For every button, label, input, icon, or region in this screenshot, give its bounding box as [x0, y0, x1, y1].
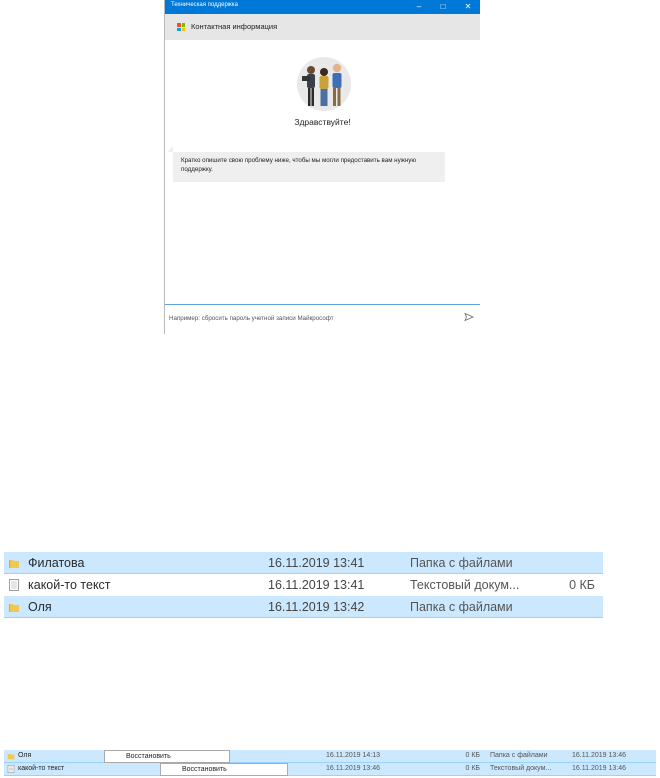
support-people-illustration — [297, 57, 351, 111]
file-row[interactable]: Оля 16.11.2019 14:13 0 КБ Папка с файлам… — [4, 750, 656, 763]
support-window: Техническая поддержка – □ ✕ Контактная и… — [164, 0, 480, 334]
file-list-small: Оля 16.11.2019 14:13 0 КБ Папка с файлам… — [4, 750, 656, 776]
file-list-large: Филатова 16.11.2019 13:41 Папка с файлам… — [4, 552, 603, 618]
file-size: 0 КБ — [569, 578, 595, 592]
file-name: Оля — [28, 600, 52, 614]
text-file-icon — [9, 579, 19, 591]
microsoft-logo-icon — [177, 23, 185, 31]
file-row[interactable]: Оля 16.11.2019 13:42 Папка с файлами — [4, 596, 603, 618]
maximize-button[interactable]: □ — [431, 0, 455, 14]
message-input-bar — [165, 304, 480, 334]
file-date: 16.11.2019 13:46 — [326, 765, 380, 772]
contact-info-label: Контактная информация — [191, 22, 278, 31]
file-type: Папка с файлами — [490, 752, 548, 759]
restore-menu-item[interactable]: Восстановить — [104, 750, 230, 763]
file-date-modified: 16.11.2019 13:46 — [572, 765, 626, 772]
file-name: какой-то текст — [28, 578, 111, 592]
file-date: 16.11.2019 14:13 — [326, 752, 380, 759]
restore-menu-item[interactable]: Восстановить — [160, 763, 288, 776]
file-name: Филатова — [28, 556, 85, 570]
minimize-button[interactable]: – — [407, 0, 431, 14]
title-bar: Техническая поддержка – □ ✕ — [165, 0, 480, 14]
close-button[interactable]: ✕ — [456, 0, 480, 14]
problem-description-input[interactable] — [169, 311, 449, 325]
file-type: Папка с файлами — [410, 600, 513, 614]
file-row[interactable]: какой-то текст 16.11.2019 13:41 Текстовы… — [4, 574, 603, 596]
text-file-icon — [7, 765, 15, 773]
file-name: Оля — [18, 752, 32, 759]
file-type: Текстовый докум... — [490, 765, 552, 772]
file-date-modified: 16.11.2019 13:46 — [572, 752, 626, 759]
file-type: Папка с файлами — [410, 556, 513, 570]
folder-icon — [9, 560, 19, 568]
file-date: 16.11.2019 13:41 — [268, 578, 365, 592]
folder-icon — [9, 604, 19, 612]
file-date: 16.11.2019 13:41 — [268, 556, 365, 570]
file-row[interactable]: какой-то текст 16.11.2019 13:46 0 КБ Тек… — [4, 763, 656, 776]
contact-info-header[interactable]: Контактная информация — [165, 14, 480, 40]
window-title: Техническая поддержка — [171, 2, 238, 8]
file-row[interactable]: Филатова 16.11.2019 13:41 Папка с файлам… — [4, 552, 603, 574]
assistant-message-bubble: Кратко опишите свою проблему ниже, чтобы… — [167, 146, 445, 182]
file-size: 0 КБ — [465, 765, 480, 772]
file-date: 16.11.2019 13:42 — [268, 600, 365, 614]
file-type: Текстовый докум... — [410, 578, 520, 592]
folder-icon — [7, 754, 15, 760]
file-name: какой-то текст — [18, 765, 65, 772]
send-icon[interactable] — [464, 312, 474, 322]
greeting-text: Здравствуйте! — [294, 117, 351, 127]
file-size: 0 КБ — [465, 752, 480, 759]
